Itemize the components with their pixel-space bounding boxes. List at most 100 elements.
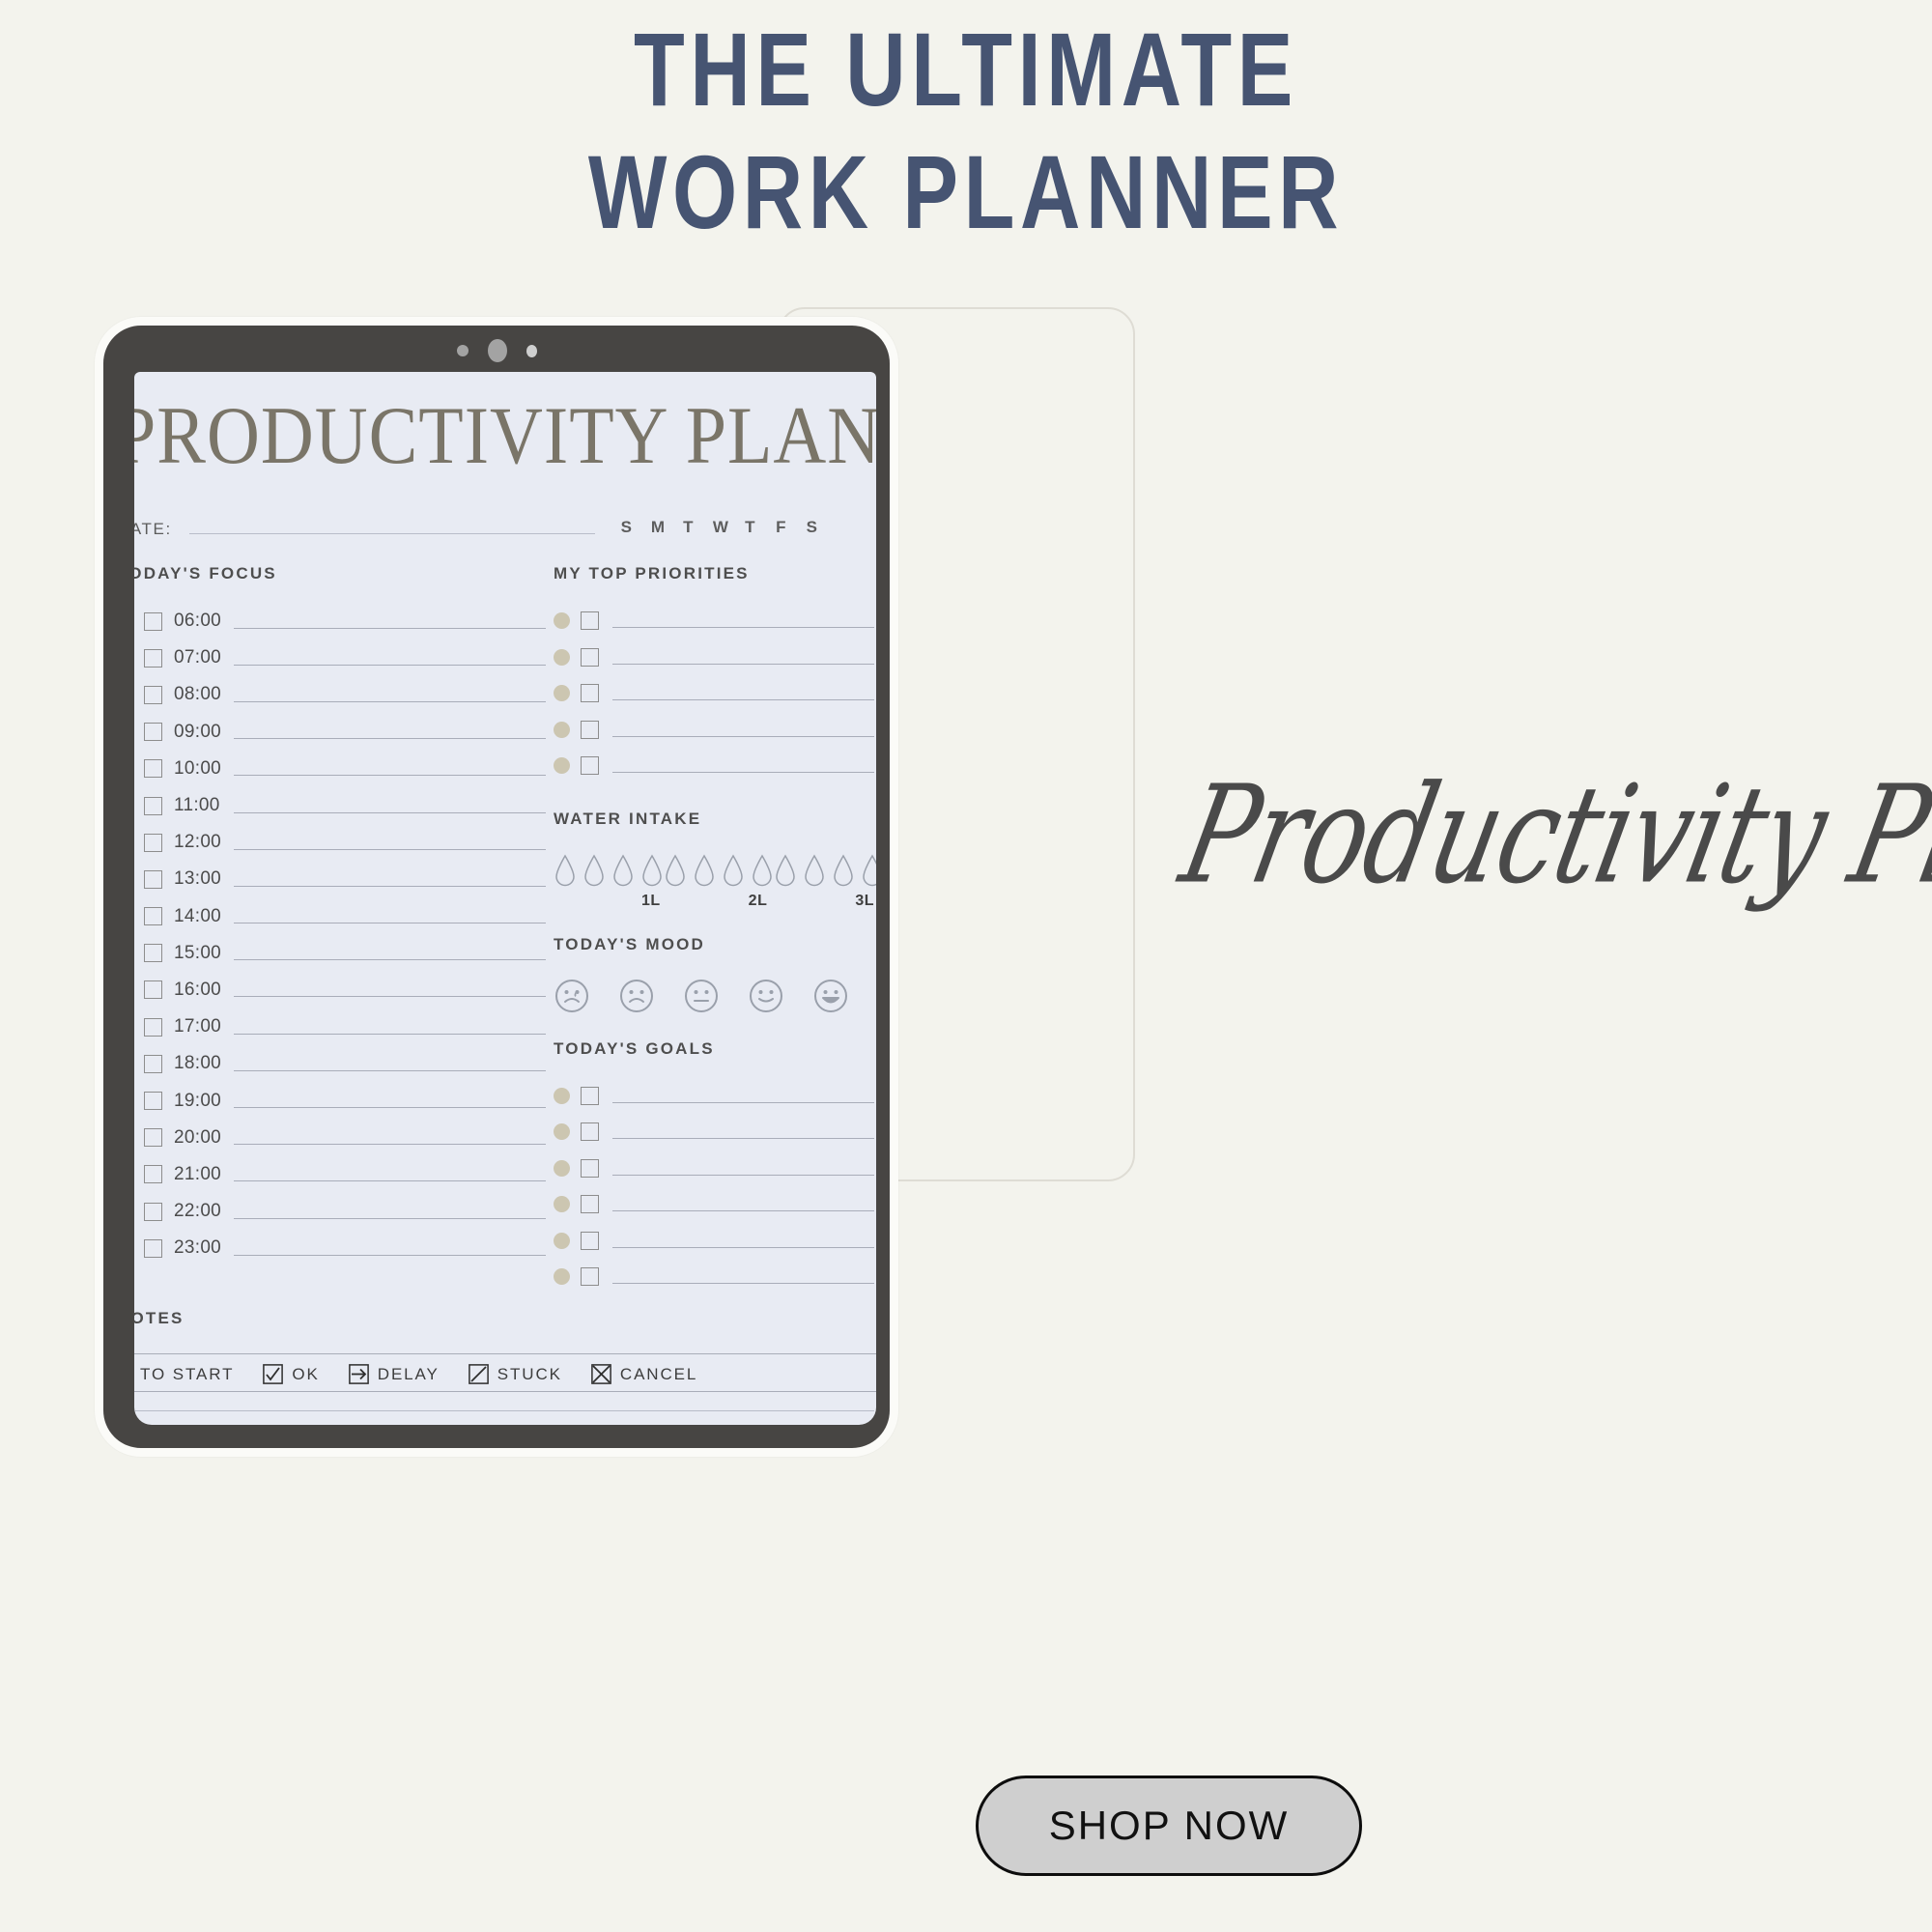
time-checkbox[interactable] [144, 1054, 162, 1073]
water-drop-icon[interactable] [722, 854, 745, 887]
schedule-row: 22:00 [134, 1193, 546, 1230]
goal-entry-line[interactable] [612, 1210, 874, 1212]
day-option[interactable]: F [775, 518, 788, 537]
time-checkbox[interactable] [144, 1128, 162, 1148]
water-drop-icon[interactable] [861, 854, 876, 887]
shop-now-button[interactable]: SHOP NOW [976, 1776, 1362, 1876]
time-checkbox[interactable] [144, 1165, 162, 1184]
time-checkbox[interactable] [144, 833, 162, 852]
water-drop-icon[interactable] [611, 854, 635, 887]
time-entry-line[interactable] [234, 664, 546, 666]
priority-checkbox[interactable] [581, 647, 599, 667]
goal-checkbox[interactable] [581, 1086, 599, 1105]
time-checkbox[interactable] [144, 723, 162, 742]
time-checkbox[interactable] [144, 648, 162, 668]
planner-columns: TODAY'S FOCUS 06:00 07:00 08:00 09:00 10:00 1… [134, 564, 876, 1295]
goal-checkbox[interactable] [581, 1195, 599, 1214]
mood-sad-face-icon[interactable] [618, 978, 655, 1014]
date-row: DATE: S M T W T F S [134, 518, 876, 539]
time-entry-line[interactable] [234, 1107, 546, 1109]
time-checkbox[interactable] [144, 980, 162, 1000]
goal-entry-line[interactable] [612, 1283, 874, 1285]
time-checkbox[interactable] [144, 907, 162, 926]
priority-entry-line[interactable] [612, 735, 874, 737]
goal-entry-line[interactable] [612, 1246, 874, 1248]
time-checkbox[interactable] [144, 796, 162, 815]
time-entry-line[interactable] [234, 1254, 546, 1256]
time-entry-line[interactable] [234, 1069, 546, 1071]
time-checkbox[interactable] [144, 944, 162, 963]
goal-entry-line[interactable] [612, 1138, 874, 1140]
day-option[interactable]: S [806, 518, 819, 537]
notes-line[interactable] [134, 1390, 876, 1392]
time-entry-line[interactable] [234, 1033, 546, 1035]
time-entry-line[interactable] [234, 700, 546, 702]
time-entry-line[interactable] [234, 775, 546, 777]
schedule-row: 14:00 [134, 898, 546, 935]
goal-entry-line[interactable] [612, 1174, 874, 1176]
time-checkbox[interactable] [144, 611, 162, 631]
time-entry-line[interactable] [234, 811, 546, 813]
time-checkbox[interactable] [144, 1092, 162, 1111]
water-drop-icon[interactable] [554, 854, 577, 887]
time-entry-line[interactable] [234, 1144, 546, 1146]
camera-light-icon [526, 344, 537, 357]
goal-checkbox[interactable] [581, 1158, 599, 1178]
priority-checkbox[interactable] [581, 720, 599, 739]
mood-selector[interactable] [554, 978, 874, 1014]
mood-crying-face-icon[interactable] [554, 978, 590, 1014]
goal-bullet-icon [554, 1196, 570, 1213]
notes-line[interactable] [134, 1352, 876, 1354]
water-drop-icon[interactable] [693, 854, 716, 887]
time-entry-line[interactable] [234, 885, 546, 887]
day-option[interactable]: W [713, 518, 728, 537]
water-drop-group [774, 854, 876, 887]
time-entry-line[interactable] [234, 959, 546, 961]
time-entry-line[interactable] [234, 996, 546, 998]
time-entry-line[interactable] [234, 1217, 546, 1219]
day-option[interactable]: T [682, 518, 696, 537]
mood-slight-smile-face-icon[interactable] [748, 978, 784, 1014]
mood-neutral-face-icon[interactable] [683, 978, 720, 1014]
priority-entry-line[interactable] [612, 627, 874, 629]
time-entry-line[interactable] [234, 627, 546, 629]
priority-checkbox[interactable] [581, 756, 599, 776]
time-label: 07:00 [174, 647, 222, 668]
priority-checkbox[interactable] [581, 684, 599, 703]
day-option[interactable]: S [620, 518, 634, 537]
time-checkbox[interactable] [144, 685, 162, 704]
goal-entry-line[interactable] [612, 1101, 874, 1103]
priority-row [554, 712, 874, 749]
goal-checkbox[interactable] [581, 1231, 599, 1250]
water-drop-icon[interactable] [832, 854, 855, 887]
time-checkbox[interactable] [144, 759, 162, 779]
day-option[interactable]: M [651, 518, 665, 537]
time-entry-line[interactable] [234, 1180, 546, 1182]
water-drop-icon[interactable] [582, 854, 606, 887]
day-option[interactable]: T [744, 518, 757, 537]
priority-entry-line[interactable] [612, 699, 874, 701]
time-entry-line[interactable] [234, 848, 546, 850]
priority-checkbox[interactable] [581, 611, 599, 631]
water-drop-icon[interactable] [640, 854, 664, 887]
mood-happy-face-icon[interactable] [812, 978, 849, 1014]
water-drop-icon[interactable] [751, 854, 774, 887]
priority-entry-line[interactable] [612, 772, 874, 774]
legend-label: CANCEL [619, 1364, 698, 1383]
schedule-row: 19:00 [134, 1082, 546, 1119]
day-selector[interactable]: S M T W T F S [620, 518, 819, 537]
time-checkbox[interactable] [144, 869, 162, 889]
schedule-row: 15:00 [134, 935, 546, 972]
time-checkbox[interactable] [144, 1238, 162, 1258]
date-input[interactable] [188, 533, 595, 534]
time-label: 21:00 [174, 1163, 222, 1184]
priority-entry-line[interactable] [612, 663, 874, 665]
water-drop-icon[interactable] [664, 854, 687, 887]
goal-checkbox[interactable] [581, 1122, 599, 1142]
time-entry-line[interactable] [234, 738, 546, 740]
time-checkbox[interactable] [144, 1017, 162, 1037]
goal-checkbox[interactable] [581, 1267, 599, 1287]
time-checkbox[interactable] [144, 1202, 162, 1221]
water-drop-icon[interactable] [774, 854, 797, 887]
water-drop-icon[interactable] [803, 854, 826, 887]
